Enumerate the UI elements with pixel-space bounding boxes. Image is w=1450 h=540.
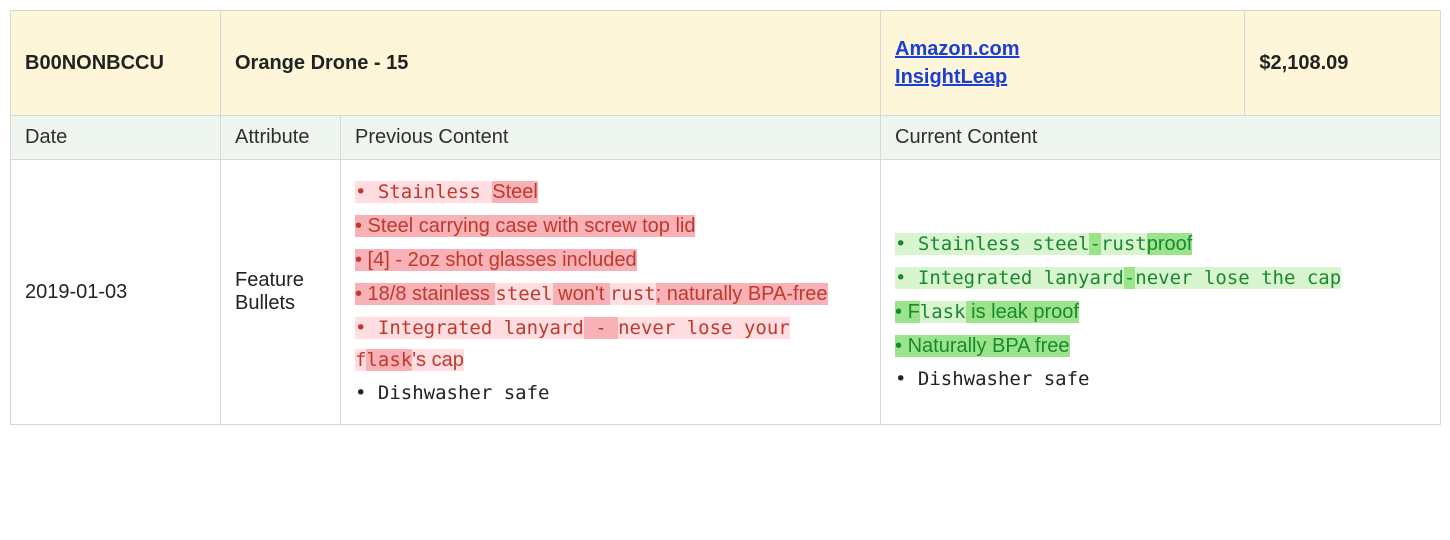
current-content-cell: • Stainless steel-rustproof • Integrated… (881, 160, 1441, 425)
col-previous: Previous Content (341, 116, 881, 160)
column-headers-row: Date Attribute Previous Content Current … (11, 116, 1441, 160)
date-cell: 2019-01-03 (11, 160, 221, 425)
diff-table: B00NONBCCU Orange Drone - 15 Amazon.com … (10, 10, 1441, 425)
col-attribute: Attribute (221, 116, 341, 160)
product-name-cell: Orange Drone - 15 (221, 11, 881, 116)
amazon-link[interactable]: Amazon.com (895, 35, 1230, 63)
links-price-cell: Amazon.com InsightLeap $2,108.09 (881, 11, 1441, 116)
attribute-cell: Feature Bullets (221, 160, 341, 425)
price-cell: $2,108.09 (1245, 11, 1440, 115)
product-header-row: B00NONBCCU Orange Drone - 15 Amazon.com … (11, 11, 1441, 116)
sku-cell: B00NONBCCU (11, 11, 221, 116)
insightleap-link[interactable]: InsightLeap (895, 63, 1230, 91)
diff-row: 2019-01-03 Feature Bullets • Stainless S… (11, 160, 1441, 425)
col-date: Date (11, 116, 221, 160)
col-current: Current Content (881, 116, 1441, 160)
previous-content-cell: • Stainless Steel • Steel carrying case … (341, 160, 881, 425)
